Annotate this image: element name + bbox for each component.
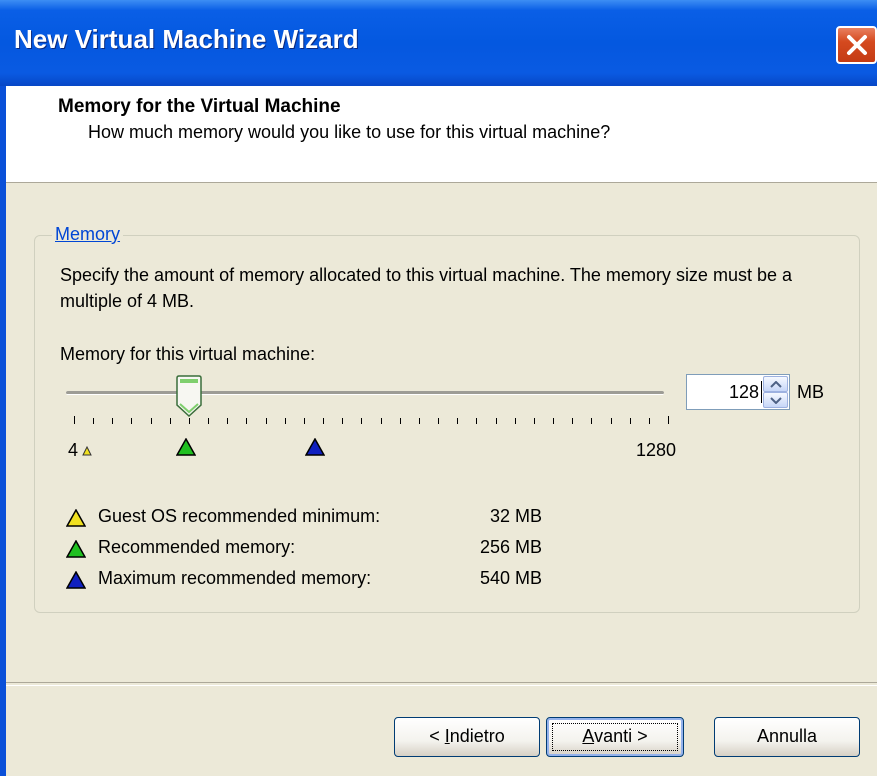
legend-label: Maximum recommended memory: xyxy=(98,568,372,588)
slider-tick xyxy=(418,418,420,424)
slider-tick xyxy=(572,418,574,424)
text-caret xyxy=(761,381,762,403)
slider-tick xyxy=(131,418,133,424)
focus-rect xyxy=(552,723,678,751)
legend-recommended: Recommended memory: 256 MB xyxy=(66,537,546,561)
recommended-marker-green-icon xyxy=(176,438,196,456)
memory-slider-track[interactable] xyxy=(66,391,664,395)
max-recommended-marker-blue-icon xyxy=(305,438,325,456)
page-title: Memory for the Virtual Machine xyxy=(58,96,341,117)
slider-max-label: 1280 xyxy=(636,440,677,460)
cancel-button[interactable]: Annulla xyxy=(714,717,860,757)
slider-tick xyxy=(668,416,669,424)
title-bar[interactable]: New Virtual Machine Wizard xyxy=(0,0,877,86)
legend-value: 540 MB xyxy=(479,568,542,588)
slider-tick xyxy=(629,418,631,424)
slider-tick xyxy=(514,418,516,424)
memory-unit-label: MB xyxy=(797,382,824,402)
green-triangle-icon xyxy=(66,540,86,558)
blue-triangle-icon xyxy=(66,571,86,589)
slider-tick xyxy=(610,418,612,424)
slider-tick xyxy=(495,418,497,424)
slider-tick xyxy=(438,418,440,424)
memory-description: Specify the amount of memory allocated t… xyxy=(60,265,792,311)
legend-max-recommended: Maximum recommended memory: 540 MB xyxy=(66,568,546,592)
slider-tick xyxy=(150,418,152,424)
back-button[interactable]: < Indietro xyxy=(394,717,540,757)
next-button[interactable]: Avanti > xyxy=(546,717,684,757)
memory-slider-thumb[interactable] xyxy=(176,375,202,417)
slider-tick xyxy=(74,416,75,424)
window-frame-left xyxy=(0,86,6,776)
spinner-up-button[interactable] xyxy=(763,376,788,392)
page-subtitle: How much memory would you like to use fo… xyxy=(88,122,611,142)
back-label: ndietro xyxy=(449,726,505,746)
legend-value: 256 MB xyxy=(479,537,542,557)
slider-tick xyxy=(227,418,229,424)
slider-tick xyxy=(591,418,593,424)
button-separator xyxy=(6,682,877,686)
legend-guest-min: Guest OS recommended minimum: 32 MB xyxy=(66,506,546,530)
chevron-down-icon xyxy=(770,397,782,404)
memory-spinner[interactable] xyxy=(686,374,790,410)
slider-tick xyxy=(380,418,382,424)
slider-tick xyxy=(648,418,650,424)
slider-tick xyxy=(284,418,286,424)
slider-tick xyxy=(208,418,210,424)
yellow-triangle-icon xyxy=(66,509,86,527)
wizard-window: New Virtual Machine Wizard Memory for th… xyxy=(0,0,877,776)
slider-tick xyxy=(303,418,305,424)
slider-tick xyxy=(323,418,325,424)
wizard-header: Memory for the Virtual Machine How much … xyxy=(6,86,877,183)
close-icon xyxy=(847,35,867,55)
slider-tick xyxy=(246,418,248,424)
memory-input[interactable] xyxy=(689,379,759,405)
slider-tick xyxy=(399,418,401,424)
memory-group-label: Memory xyxy=(52,224,124,245)
slider-tick xyxy=(457,418,459,424)
close-button[interactable] xyxy=(836,26,877,64)
slider-min-label: 4 xyxy=(68,440,79,460)
cancel-label: Annulla xyxy=(756,726,818,746)
slider-tick xyxy=(342,418,344,424)
slider-tick xyxy=(112,418,114,424)
legend-value: 32 MB xyxy=(489,506,542,526)
chevron-up-icon xyxy=(770,381,782,388)
slider-tick xyxy=(533,418,535,424)
slider-tick xyxy=(265,418,267,424)
slider-tick xyxy=(93,418,95,424)
slider-tick xyxy=(169,418,171,424)
slider-tick xyxy=(553,418,555,424)
legend-label: Recommended memory: xyxy=(98,537,296,557)
window-title: New Virtual Machine Wizard xyxy=(14,24,359,54)
legend-label: Guest OS recommended minimum: xyxy=(98,506,381,526)
memory-field-label: Memory for this virtual machine: xyxy=(60,344,316,364)
slider-tick xyxy=(188,418,190,424)
min-marker-yellow-icon xyxy=(82,446,92,456)
slider-tick xyxy=(476,418,478,424)
spinner-buttons xyxy=(763,376,788,408)
spinner-down-button[interactable] xyxy=(763,392,788,408)
slider-tick xyxy=(361,418,363,424)
slider-ticks xyxy=(74,416,669,426)
back-prefix: < xyxy=(429,726,445,746)
